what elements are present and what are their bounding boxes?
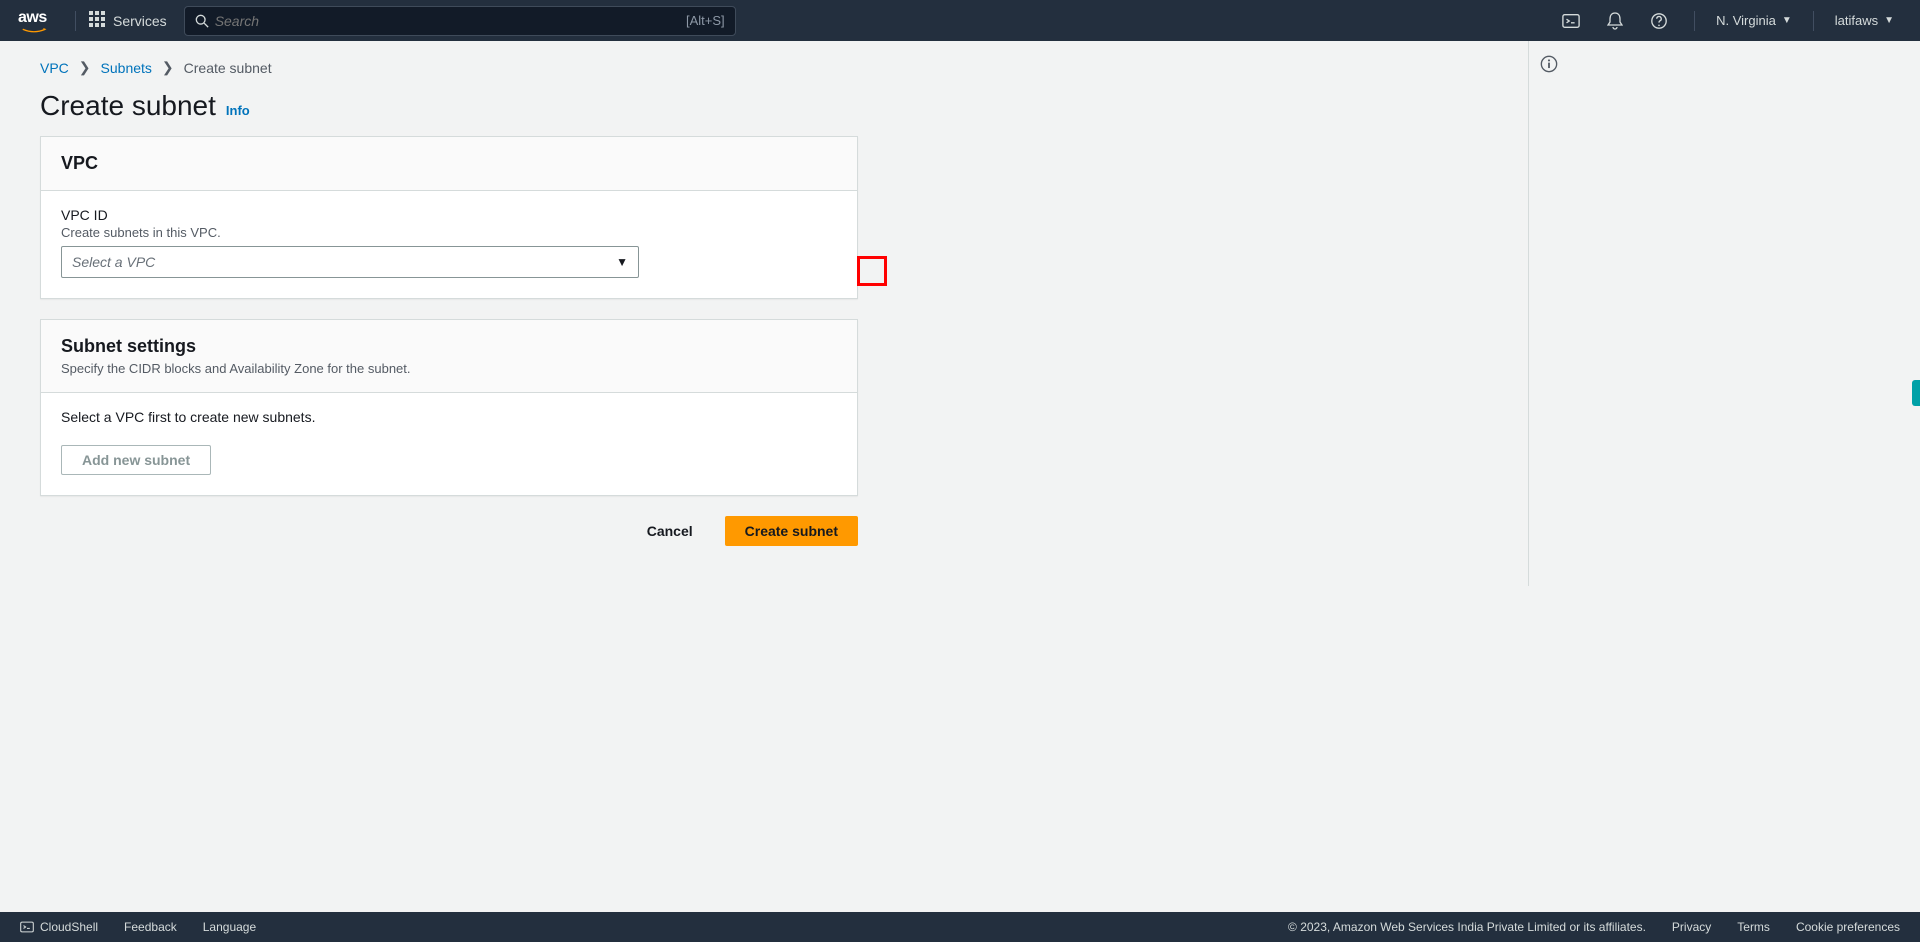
divider xyxy=(1694,11,1695,31)
footer: CloudShell Feedback Language © 2023, Ama… xyxy=(0,912,1920,942)
add-new-subnet-button: Add new subnet xyxy=(61,445,211,475)
action-row: Cancel Create subnet xyxy=(40,516,858,546)
page-title: Create subnet xyxy=(40,90,216,122)
footer-feedback[interactable]: Feedback xyxy=(124,920,177,934)
feedback-tab[interactable] xyxy=(1912,380,1920,406)
notifications-icon[interactable] xyxy=(1593,1,1637,41)
search-icon xyxy=(195,14,209,28)
divider xyxy=(1813,11,1814,31)
vpc-card: VPC VPC ID Create subnets in this VPC. S… xyxy=(40,136,858,299)
footer-cloudshell[interactable]: CloudShell xyxy=(20,920,98,934)
caret-down-icon: ▼ xyxy=(616,255,628,269)
info-link[interactable]: Info xyxy=(226,103,250,118)
footer-language-label: Language xyxy=(203,920,256,934)
nav-right: N. Virginia ▼ latifaws ▼ xyxy=(1549,1,1902,41)
divider xyxy=(75,11,76,31)
footer-feedback-label: Feedback xyxy=(124,920,177,934)
services-button[interactable]: Services xyxy=(89,11,167,30)
vpc-select[interactable]: Select a VPC ▼ xyxy=(61,246,639,278)
subnet-card-sub: Specify the CIDR blocks and Availability… xyxy=(61,361,837,376)
services-label: Services xyxy=(113,13,167,29)
breadcrumb-vpc[interactable]: VPC xyxy=(40,60,69,76)
aws-logo[interactable]: aws xyxy=(18,9,50,33)
region-label: N. Virginia xyxy=(1716,13,1776,28)
caret-down-icon: ▼ xyxy=(1884,15,1894,26)
caret-down-icon: ▼ xyxy=(1782,15,1792,26)
footer-privacy[interactable]: Privacy xyxy=(1672,920,1711,934)
subnet-card-header: Subnet settings xyxy=(61,336,837,357)
create-subnet-button[interactable]: Create subnet xyxy=(725,516,858,546)
chevron-right-icon: ❯ xyxy=(162,59,174,76)
breadcrumb-subnets[interactable]: Subnets xyxy=(101,60,152,76)
search-hint: [Alt+S] xyxy=(686,13,725,28)
top-nav: aws Services [Alt+S] N. Virginia ▼ xyxy=(0,0,1920,41)
highlight-marker xyxy=(857,256,887,286)
cancel-button[interactable]: Cancel xyxy=(627,516,713,546)
search-box[interactable]: [Alt+S] xyxy=(184,6,736,36)
region-selector[interactable]: N. Virginia ▼ xyxy=(1708,13,1800,28)
vpc-select-placeholder: Select a VPC xyxy=(72,254,155,270)
side-gutter xyxy=(1528,41,1568,586)
info-panel-icon[interactable] xyxy=(1540,55,1558,586)
help-icon[interactable] xyxy=(1637,1,1681,41)
cloudshell-icon[interactable] xyxy=(1549,1,1593,41)
footer-copyright: © 2023, Amazon Web Services India Privat… xyxy=(1288,920,1646,934)
user-menu[interactable]: latifaws ▼ xyxy=(1827,13,1902,28)
vpc-id-label: VPC ID xyxy=(61,207,837,223)
search-input[interactable] xyxy=(215,13,686,29)
footer-cookies[interactable]: Cookie preferences xyxy=(1796,920,1900,934)
footer-terms[interactable]: Terms xyxy=(1737,920,1770,934)
vpc-id-hint: Create subnets in this VPC. xyxy=(61,225,837,240)
subnet-settings-card: Subnet settings Specify the CIDR blocks … xyxy=(40,319,858,496)
user-label: latifaws xyxy=(1835,13,1878,28)
chevron-right-icon: ❯ xyxy=(79,59,91,76)
breadcrumb: VPC ❯ Subnets ❯ Create subnet xyxy=(40,59,1488,76)
breadcrumb-current: Create subnet xyxy=(184,60,272,76)
footer-language[interactable]: Language xyxy=(203,920,256,934)
grid-icon xyxy=(89,11,105,30)
vpc-card-header: VPC xyxy=(61,153,837,174)
footer-cloudshell-label: CloudShell xyxy=(40,920,98,934)
subnet-info-text: Select a VPC first to create new subnets… xyxy=(61,409,837,425)
